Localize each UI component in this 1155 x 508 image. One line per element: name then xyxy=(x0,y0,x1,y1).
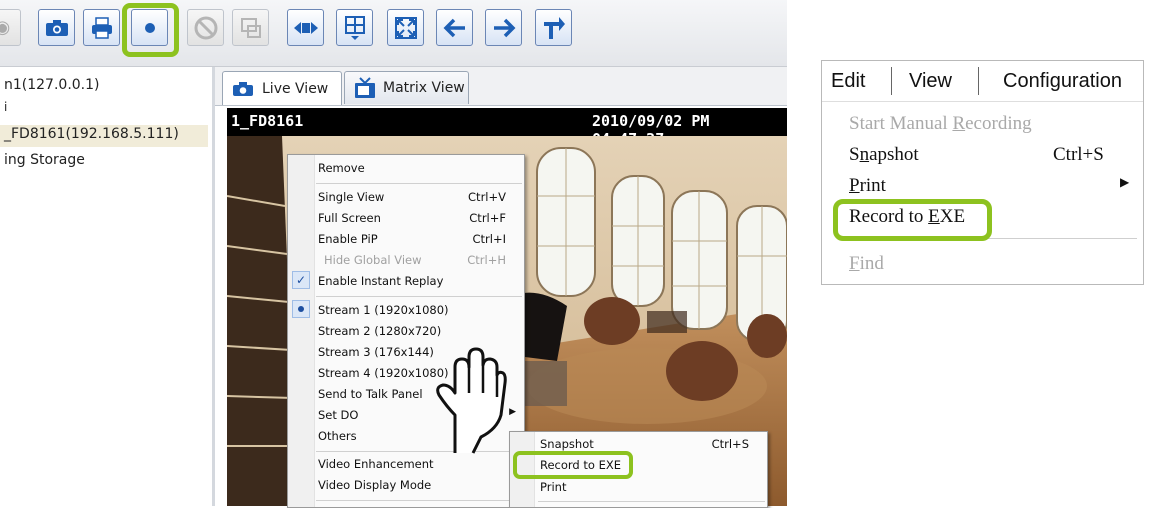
forward-arrow-icon xyxy=(493,18,515,37)
menu-item-print[interactable]: Print xyxy=(540,480,566,494)
menu-item-remove[interactable]: Remove xyxy=(318,161,365,175)
menu-item-single-view[interactable]: Single View xyxy=(318,190,384,204)
tab-label: Live View xyxy=(262,80,329,97)
toolbar: ◉ xyxy=(0,0,787,67)
no-entry-icon xyxy=(194,16,217,39)
forward-button[interactable] xyxy=(485,9,522,46)
menu-item-full-screen[interactable]: Full Screen xyxy=(318,211,381,225)
menu-shortcut: Ctrl+I xyxy=(472,232,507,246)
menu-separator xyxy=(538,501,765,502)
menu-item-snapshot[interactable]: Snapshot xyxy=(540,437,594,451)
submenu-arrow-icon: ▶ xyxy=(509,407,516,417)
menu-shortcut: Ctrl+F xyxy=(469,211,506,225)
device-tree: n1(127.0.0.1) i _FD8161(192.168.5.111) i… xyxy=(0,67,215,506)
check-icon: ✓ xyxy=(292,271,310,289)
menubar-divider xyxy=(891,67,892,95)
prev-icon: ◉ xyxy=(0,17,11,38)
tree-item[interactable]: ing Storage xyxy=(4,152,85,168)
hand-pointer-icon xyxy=(436,347,507,454)
menu-separator xyxy=(316,296,522,297)
camera-icon xyxy=(233,81,253,96)
radio-selected-icon xyxy=(292,300,310,318)
tab-matrix-view[interactable]: Matrix View xyxy=(344,71,469,104)
menu-item-stream-1[interactable]: Stream 1 (1920x1080) xyxy=(318,303,449,317)
menubar-divider xyxy=(978,67,979,95)
record-to-exe-highlight xyxy=(513,451,633,479)
layout-icon xyxy=(240,17,261,38)
matrix-button[interactable] xyxy=(336,9,373,46)
tree-item-selected[interactable]: _FD8161(192.168.5.111) xyxy=(0,125,208,147)
menu-shortcut: Ctrl+S xyxy=(1053,144,1104,165)
layout-button[interactable] xyxy=(232,9,269,46)
view-tabs: Live View Matrix View xyxy=(215,67,787,106)
menu-item-stream-2[interactable]: Stream 2 (1280x720) xyxy=(318,324,441,338)
menu-item-enable-instant-replay[interactable]: Enable Instant Replay xyxy=(318,274,443,288)
camera-name: 1_FD8161 xyxy=(231,112,304,130)
tv-icon xyxy=(355,77,375,98)
print-icon xyxy=(91,16,112,39)
fullscreen-button[interactable] xyxy=(287,9,324,46)
tree-item-label: _FD8161(192.168.5.111) xyxy=(4,126,179,142)
menu-item-start-manual-recording[interactable]: Start Manual Recording xyxy=(849,113,1032,135)
menubar-view[interactable]: View xyxy=(909,70,952,93)
disabled-button[interactable] xyxy=(187,9,224,46)
submenu-arrow-icon: ▶ xyxy=(1120,175,1130,189)
print-button[interactable] xyxy=(83,9,120,46)
menubar-edit[interactable]: Edit xyxy=(831,70,865,93)
menu-separator xyxy=(316,183,522,184)
expand-icon xyxy=(394,16,417,39)
matrix-icon xyxy=(344,15,365,40)
menu-item-hide-global-view[interactable]: Hide Global View xyxy=(324,253,422,267)
menu-item-snapshot[interactable]: Snapshot xyxy=(849,144,919,166)
menu-shortcut: Ctrl+V xyxy=(468,190,506,204)
menu-item-stream-3[interactable]: Stream 3 (176x144) xyxy=(318,345,434,359)
back-arrow-icon xyxy=(443,18,465,37)
menu-bar: Edit View Configuration xyxy=(822,61,1143,102)
snapshot-button[interactable] xyxy=(38,9,75,46)
prev-button[interactable]: ◉ xyxy=(0,9,21,46)
expand-button[interactable] xyxy=(387,9,424,46)
menu-separator xyxy=(316,500,522,501)
menubar-configuration[interactable]: Configuration xyxy=(1003,70,1122,93)
tree-item[interactable]: i xyxy=(4,100,7,114)
pin-icon xyxy=(543,16,565,39)
record-to-exe-highlight xyxy=(833,199,992,241)
tab-label: Matrix View xyxy=(383,80,465,96)
menu-shortcut: Ctrl+H xyxy=(467,253,506,267)
tree-item[interactable]: n1(127.0.0.1) xyxy=(4,77,100,93)
video-header: 1_FD8161 2010/09/02 PM 04:47:27 xyxy=(227,108,787,148)
menu-item-print[interactable]: Print xyxy=(849,175,886,197)
menu-shortcut: Ctrl+S xyxy=(711,437,749,451)
record-button-highlight xyxy=(122,3,179,57)
menu-item-set-do[interactable]: Set DO xyxy=(318,408,358,422)
menu-item-send-to-talk-panel[interactable]: Send to Talk Panel xyxy=(318,387,423,401)
menu-item-others[interactable]: Others xyxy=(318,429,357,443)
camera-icon xyxy=(45,19,68,36)
menu-item-enable-pip[interactable]: Enable PiP xyxy=(318,232,378,246)
menu-item-find[interactable]: Find xyxy=(849,253,884,275)
menu-gutter xyxy=(288,155,315,507)
menu-item-video-enhancement[interactable]: Video Enhancement xyxy=(318,457,434,471)
menu-item-video-display-mode[interactable]: Video Display Mode xyxy=(318,478,431,492)
pin-button[interactable] xyxy=(535,9,572,46)
tab-live-view[interactable]: Live View xyxy=(222,71,342,105)
fullscreen-icon xyxy=(293,21,318,34)
back-button[interactable] xyxy=(436,9,473,46)
edit-menu-panel: Edit View Configuration Start Manual Rec… xyxy=(821,60,1144,285)
